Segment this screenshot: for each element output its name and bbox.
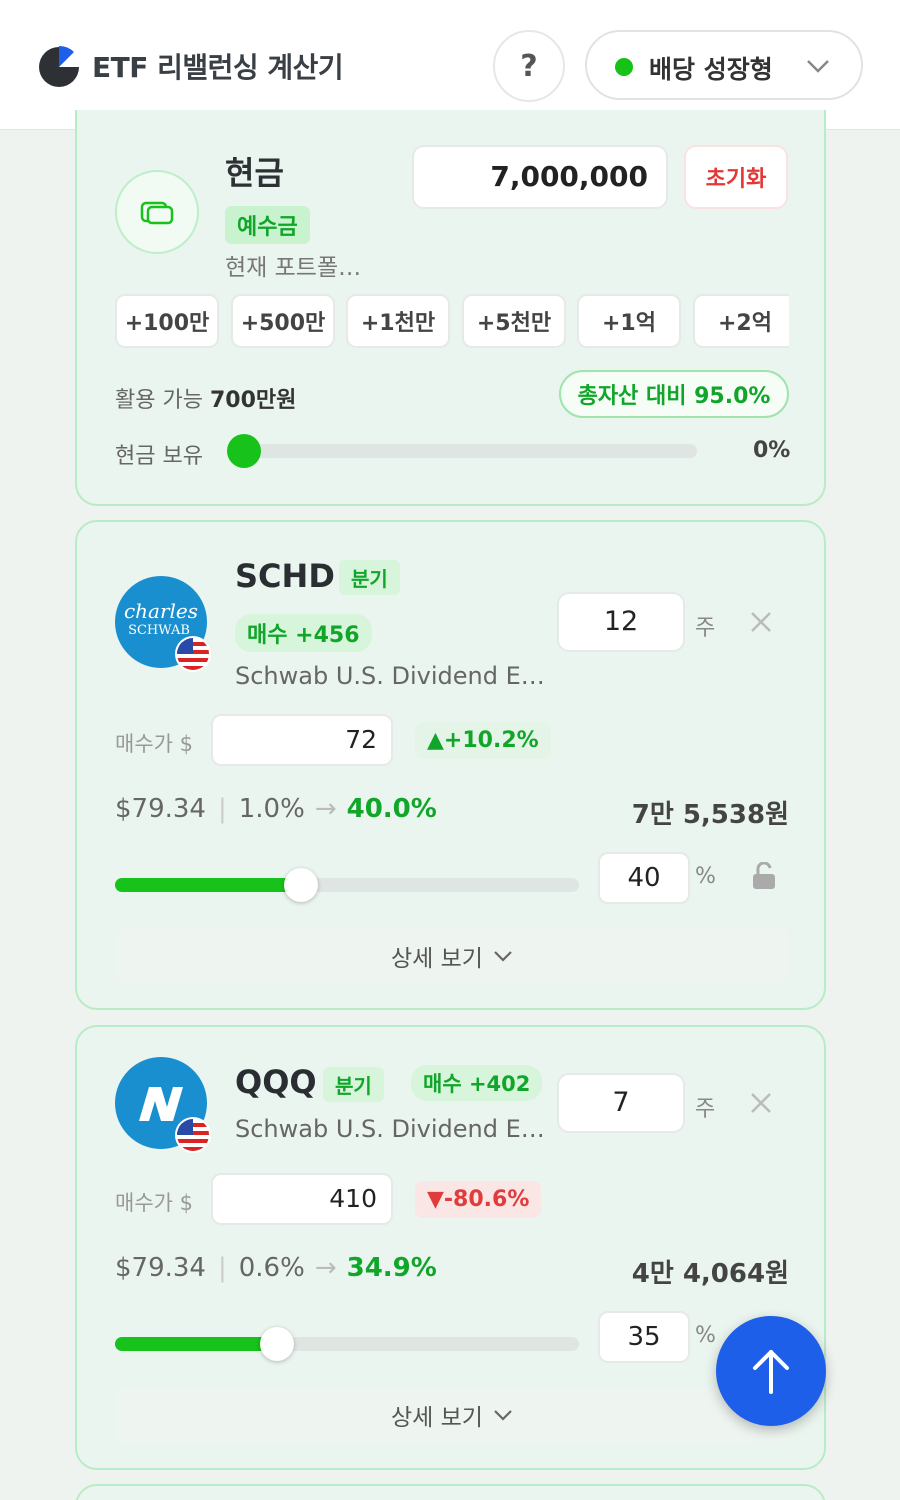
reset-button[interactable]: 초기화: [684, 145, 788, 209]
us-flag-icon: [175, 1117, 211, 1153]
quick-add-1m-button[interactable]: +100만: [115, 294, 219, 348]
weight-summary: $79.34 | 1.0% → 40.0%: [115, 794, 437, 824]
cash-title: 현금: [225, 154, 284, 192]
available-cash-value: 700만원: [209, 388, 297, 413]
weight-summary: $79.34 | 0.6% → 34.9%: [115, 1253, 437, 1283]
target-amount: 4만 4,064원: [631, 1259, 789, 1289]
svg-text:SCHWAB: SCHWAB: [128, 623, 190, 638]
deposit-badge: 예수금: [225, 206, 310, 244]
scroll-to-top-button[interactable]: [716, 1316, 826, 1426]
us-flag-icon: [175, 636, 211, 672]
asset-ratio-badge: 총자산 대비 95.0%: [559, 370, 789, 418]
current-weight: 1.0%: [238, 794, 305, 824]
view-details-label: 상세 보기: [391, 1405, 483, 1431]
price-change-badge: ▲+10.2%: [415, 722, 551, 759]
cash-hold-label: 현금 보유: [115, 444, 203, 469]
chevron-down-icon: [494, 951, 512, 962]
shares-unit: 주: [695, 616, 716, 641]
schwab-logo: charles SCHWAB: [115, 576, 211, 672]
current-price: $79.34: [115, 794, 206, 824]
etf-full-name: Schwab U.S. Dividend E…: [235, 662, 545, 690]
buy-price-input[interactable]: 72: [211, 714, 393, 766]
preset-select[interactable]: 배당 성장형: [585, 30, 863, 100]
wallet-icon: [115, 170, 199, 254]
quick-add-100m-button[interactable]: +1억: [577, 294, 681, 348]
etf-card-schd: charles SCHWAB SCHD 분기 매수 +456 Schwab U.…: [75, 520, 826, 1010]
quick-add-200m-button[interactable]: +2억: [693, 294, 789, 348]
close-icon[interactable]: [749, 1091, 773, 1115]
cash-hold-slider[interactable]: [227, 434, 697, 468]
buy-price-label: 매수가 $: [115, 1191, 193, 1215]
weight-input[interactable]: 40: [598, 852, 690, 904]
help-button[interactable]: ?: [493, 30, 565, 102]
buy-price-label: 매수가 $: [115, 732, 193, 756]
weight-unit: %: [695, 864, 716, 889]
nasdaq-logo: [115, 1057, 211, 1153]
view-details-label: 상세 보기: [391, 946, 483, 972]
etf-ticker: SCHD: [235, 557, 335, 595]
etf-card-qqq: QQQ 분기 매수 +402 Schwab U.S. Dividend E… 7…: [75, 1025, 826, 1470]
weight-slider[interactable]: [115, 1327, 579, 1361]
close-icon[interactable]: [749, 610, 773, 634]
buy-shares-badge: 매수 +456: [235, 614, 372, 652]
buy-shares-badge: 매수 +402: [411, 1065, 543, 1101]
dividend-frequency-badge: 분기: [323, 1067, 384, 1102]
quick-add-10m-button[interactable]: +1천만: [346, 294, 450, 348]
available-cash-label: 활용 가능 700만원: [115, 388, 297, 413]
shares-input[interactable]: 12: [557, 592, 685, 652]
weight-slider[interactable]: [115, 868, 579, 902]
target-weight: 34.9%: [346, 1253, 437, 1283]
target-amount: 7만 5,538원: [631, 800, 789, 830]
view-details-button[interactable]: 상세 보기: [115, 1387, 789, 1443]
etf-card-partial: [75, 1484, 826, 1500]
pie-chart-logo-icon: [39, 45, 80, 87]
current-weight: 0.6%: [238, 1253, 305, 1283]
svg-text:charles: charles: [124, 599, 198, 623]
shares-unit: 주: [695, 1097, 716, 1122]
quick-add-50m-button[interactable]: +5천만: [462, 294, 566, 348]
chevron-down-icon: [494, 1410, 512, 1421]
price-change-badge: ▼-80.6%: [415, 1181, 542, 1218]
app-title: ETF 리밸런싱 계산기: [92, 51, 344, 84]
preset-status-dot: [615, 58, 633, 76]
view-details-button[interactable]: 상세 보기: [115, 928, 789, 984]
shares-input[interactable]: 7: [557, 1073, 685, 1133]
cash-hold-percent: 0%: [753, 438, 791, 463]
dividend-frequency-badge: 분기: [339, 560, 400, 595]
cash-amount-input[interactable]: 7,000,000: [412, 145, 668, 209]
etf-ticker: QQQ: [235, 1063, 317, 1101]
weight-slider-thumb[interactable]: [284, 868, 318, 902]
arrow-up-icon: [753, 1350, 789, 1394]
cash-subtitle: 현재 포트폴…: [225, 255, 362, 281]
etf-full-name: Schwab U.S. Dividend E…: [235, 1115, 545, 1143]
preset-label: 배당 성장형: [649, 55, 773, 84]
quick-add-buttons: +100만 +500만 +1천만 +5천만 +1억 +2억: [115, 294, 789, 350]
weight-input[interactable]: 35: [598, 1311, 690, 1363]
unlock-icon[interactable]: [751, 862, 777, 890]
target-weight: 40.0%: [346, 794, 437, 824]
weight-unit: %: [695, 1323, 716, 1348]
quick-add-5m-button[interactable]: +500만: [231, 294, 335, 348]
cash-card: 현금 예수금 현재 포트폴… 7,000,000 초기화 +100만 +500만…: [75, 110, 826, 506]
weight-slider-fill: [115, 878, 311, 892]
current-price: $79.34: [115, 1253, 206, 1283]
weight-slider-thumb[interactable]: [260, 1327, 294, 1361]
chevron-down-icon: [807, 60, 829, 73]
buy-price-input[interactable]: 410: [211, 1173, 393, 1225]
cash-hold-slider-thumb[interactable]: [227, 434, 261, 468]
